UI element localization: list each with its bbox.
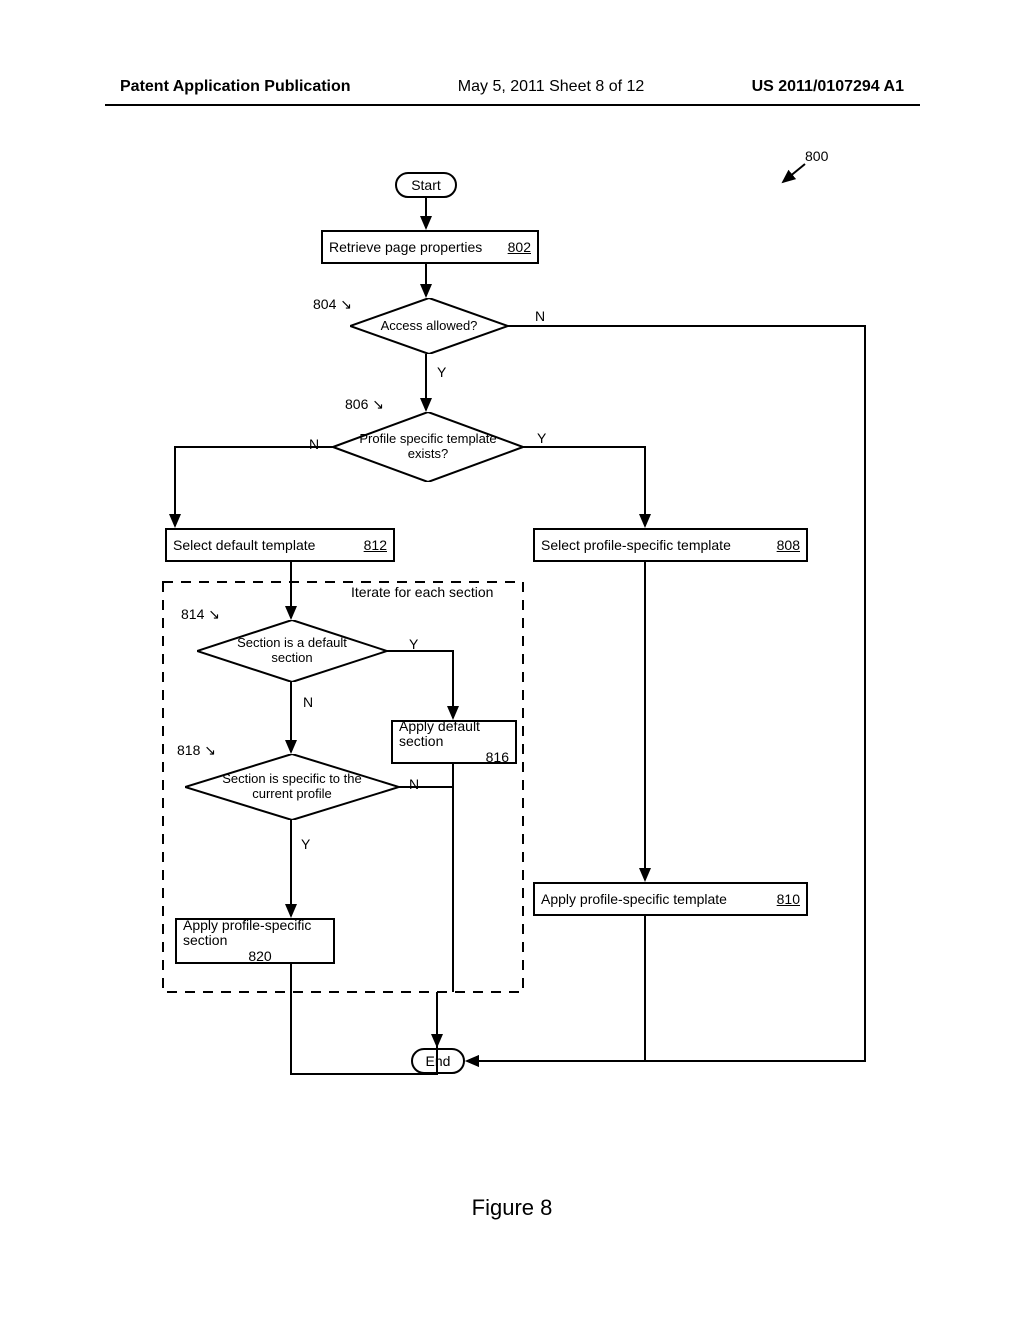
- terminator-start-label: Start: [411, 177, 441, 193]
- figure-caption: Figure 8: [0, 1195, 1024, 1221]
- decision-profile-template-ref: 806 ↘: [345, 396, 384, 413]
- process-apply-default-section: Apply default section 816: [391, 720, 517, 764]
- process-retrieve-page-properties: Retrieve page properties 802: [321, 230, 539, 264]
- process-apply-default-section-ref: 816: [486, 749, 509, 765]
- header-patent-number: US 2011/0107294 A1: [752, 78, 904, 96]
- process-apply-profile-section-ref: 820: [238, 948, 271, 964]
- iterate-loop-label: Iterate for each section: [351, 584, 493, 600]
- process-select-default-ref: 812: [354, 537, 387, 553]
- decision-access-ref: 804 ↘: [313, 296, 352, 313]
- terminator-end-label: End: [426, 1053, 451, 1069]
- header-date-sheet: May 5, 2011 Sheet 8 of 12: [458, 78, 645, 96]
- decision-section-specific-profile: Section is specific to the current profi…: [185, 754, 399, 820]
- process-retrieve-ref: 802: [498, 239, 531, 255]
- decision-section-default-ref: 814 ↘: [181, 606, 220, 623]
- decision-access-allowed: Access allowed?: [350, 298, 508, 354]
- figure-ref-800: 800: [805, 148, 828, 164]
- terminator-start: Start: [395, 172, 457, 198]
- process-select-default-label: Select default template: [173, 537, 354, 553]
- decision-section-default: Section is a default section: [197, 620, 387, 682]
- decision-profile-template-exists: Profile specific template exists?: [333, 412, 523, 482]
- decision-section-default-text: Section is a default section: [215, 636, 369, 666]
- branch-yes-default-section: Y: [409, 636, 418, 652]
- decision-access-text: Access allowed?: [381, 319, 478, 334]
- header-publication: Patent Application Publication: [120, 78, 351, 96]
- terminator-end: End: [411, 1048, 465, 1074]
- branch-no-section-profile: N: [409, 776, 419, 792]
- process-retrieve-label: Retrieve page properties: [329, 239, 498, 255]
- process-apply-profile-template-label: Apply profile-specific template: [541, 891, 767, 907]
- branch-no-default-section: N: [303, 694, 313, 710]
- page-header: Patent Application Publication May 5, 20…: [0, 78, 1024, 96]
- process-apply-profile-template-ref: 810: [767, 891, 800, 907]
- process-select-profile-ref: 808: [767, 537, 800, 553]
- process-apply-profile-template: Apply profile-specific template 810: [533, 882, 808, 916]
- process-select-profile-label: Select profile-specific template: [541, 537, 767, 553]
- branch-yes-profile-template: Y: [537, 430, 546, 446]
- branch-yes-access: Y: [437, 364, 446, 380]
- decision-section-specific-ref: 818 ↘: [177, 742, 216, 759]
- process-select-default-template: Select default template 812: [165, 528, 395, 562]
- process-apply-profile-section: Apply profile-specific section 820: [175, 918, 335, 964]
- branch-no-access: N: [535, 308, 545, 324]
- decision-profile-template-text: Profile specific template exists?: [351, 432, 505, 462]
- branch-yes-section-profile: Y: [301, 836, 310, 852]
- process-select-profile-template: Select profile-specific template 808: [533, 528, 808, 562]
- flowchart-canvas: 800 Start Retrieve page properties 802 A…: [105, 130, 920, 1130]
- decision-section-specific-text: Section is specific to the current profi…: [203, 772, 381, 802]
- header-rule: [105, 104, 920, 106]
- branch-no-profile-template: N: [309, 436, 319, 452]
- process-apply-default-section-label: Apply default section: [399, 719, 509, 750]
- process-apply-profile-section-label: Apply profile-specific section: [183, 918, 327, 949]
